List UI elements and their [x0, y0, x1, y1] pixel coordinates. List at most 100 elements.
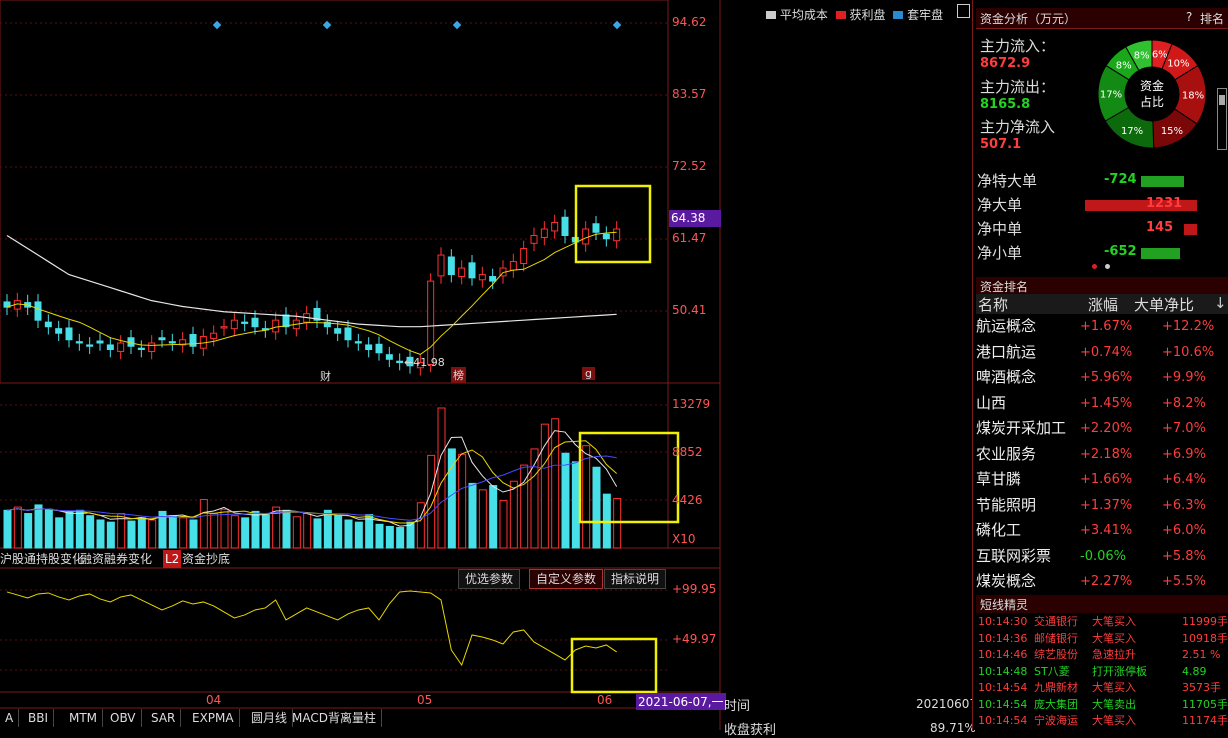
ranking-row[interactable]: 互联网彩票 -0.06% +5.8% — [976, 544, 1228, 569]
stock-chart-canvas[interactable] — [0, 0, 722, 730]
legend-profit: 获利盘 — [849, 8, 886, 22]
ranking-row[interactable]: 农业服务 +2.18% +6.9% — [976, 442, 1228, 467]
event-mark-g[interactable]: g — [582, 367, 595, 380]
tab-hk-holdings[interactable]: 沪股通持股变化 — [0, 550, 84, 568]
donut-slice-label: 8% — [1134, 50, 1150, 61]
avg-cost-swatch — [766, 11, 776, 19]
ranking-row[interactable]: 港口航运 +0.74% +10.6% — [976, 340, 1228, 365]
volume-bar — [3, 509, 12, 549]
help-icon[interactable]: ? — [1186, 10, 1192, 24]
sector-name: 互联网彩票 — [976, 546, 1052, 565]
optimal-params-button[interactable]: 优选参数 — [458, 569, 521, 589]
stock-name: ST八菱 — [1034, 664, 1070, 678]
volume-bar — [282, 509, 291, 549]
ranking-row[interactable]: 煤炭概念 +2.27% +5.5% — [976, 569, 1228, 594]
settings-icon[interactable] — [957, 4, 970, 18]
indicator-tab[interactable]: BBI — [23, 709, 55, 727]
event-type: 打开涨停板 — [1092, 664, 1147, 678]
fund-header: 资金分析（万元） ? 排名 — [976, 8, 1228, 29]
candle-body — [489, 276, 497, 282]
shortline-row[interactable]: 10:14:54 九鼎新材 大笔买入 3573手 — [976, 680, 1228, 696]
shortline-row[interactable]: 10:14:54 庞大集团 大笔卖出 11705手 — [976, 697, 1228, 713]
date-axis-label: 05 — [417, 693, 433, 707]
rank-link[interactable]: 排名 — [1200, 10, 1224, 27]
donut-center-line1: 资金 — [1140, 78, 1164, 93]
outflow-value: 8165.8 — [980, 97, 1031, 112]
sector-ratio: +5.8% — [1162, 548, 1206, 564]
indicator-tab[interactable]: MACD背离量柱 — [287, 709, 382, 727]
shortline-row[interactable]: 10:14:30 交通银行 大笔买入 11999手 — [976, 614, 1228, 630]
ranking-row[interactable]: 航运概念 +1.67% +12.2% — [976, 314, 1228, 339]
candle-body — [592, 223, 600, 233]
shortline-row[interactable]: 10:14:46 综艺股份 急速拉升 2.51 % — [976, 647, 1228, 663]
order-bar — [1141, 248, 1180, 259]
sector-name: 煤炭概念 — [976, 572, 1037, 590]
event-type: 大笔卖出 — [1092, 697, 1136, 711]
indicator-tab[interactable]: OBV — [105, 709, 142, 727]
indicator-tab[interactable]: 圆月线 — [246, 709, 294, 727]
inflow-label: 主力流入： — [980, 37, 1056, 55]
sector-change: +1.45% — [1080, 395, 1133, 411]
event-mark-finance[interactable]: 财 — [320, 368, 331, 384]
ranking-row[interactable]: 磷化工 +3.41% +6.0% — [976, 518, 1228, 543]
donut-slice-label: 6% — [1152, 50, 1168, 61]
event-value: 4.89 — [1182, 664, 1207, 678]
scrollbar-thumb[interactable] — [1219, 95, 1225, 105]
volume-bar — [261, 514, 270, 549]
tab-bottom-fishing[interactable]: 资金抄底 — [182, 550, 230, 568]
candle-body — [561, 216, 569, 236]
indicator-tab[interactable]: SAR — [146, 709, 182, 727]
volume-bar — [24, 513, 33, 549]
volume-bar — [13, 506, 22, 549]
ranking-row[interactable]: 煤炭开采加工 +2.20% +7.0% — [976, 416, 1228, 441]
order-bar — [1141, 176, 1184, 187]
page-dot[interactable] — [1105, 264, 1110, 269]
volume-bar — [251, 510, 260, 549]
col-change[interactable]: 涨幅 — [1088, 294, 1118, 315]
ranking-row[interactable]: 草甘膦 +1.66% +6.4% — [976, 467, 1228, 492]
indicator-tab[interactable]: A — [0, 709, 20, 727]
shortline-header: 短线精灵 — [976, 595, 1228, 613]
candle-body — [344, 327, 352, 341]
candle-body — [34, 301, 42, 321]
event-type: 急速拉升 — [1092, 648, 1136, 661]
candle-body — [230, 319, 238, 330]
sector-name: 啤酒概念 — [976, 368, 1037, 386]
candle-body — [137, 347, 145, 350]
sector-ratio: +6.4% — [1162, 472, 1206, 487]
volume-bar — [241, 517, 250, 549]
custom-params-button[interactable]: 自定义参数 — [529, 569, 604, 589]
sort-desc-icon[interactable]: ↓ — [1214, 294, 1227, 312]
sector-ratio: +12.2% — [1162, 319, 1215, 334]
shortline-row[interactable]: 10:14:48 ST八菱 打开涨停板 4.89 — [976, 664, 1228, 680]
candle-body — [168, 341, 176, 344]
candle-body — [530, 234, 538, 244]
price-axis-label: 83.57 — [672, 87, 707, 101]
indicator-tab[interactable]: MTM — [64, 709, 104, 727]
indicator-help-button[interactable]: 指标说明 — [604, 569, 667, 589]
order-label: 净大单 — [977, 196, 1023, 214]
volume-bar — [137, 517, 146, 549]
tab-margin[interactable]: 融资融券变化 — [80, 550, 152, 568]
ranking-row[interactable]: 山西 +1.45% +8.2% — [976, 391, 1228, 416]
outflow-label: 主力流出： — [980, 78, 1056, 96]
col-name[interactable]: 名称 — [978, 294, 1008, 315]
page-dot-active[interactable] — [1092, 264, 1097, 269]
event-time: 10:14:48 — [978, 664, 1028, 678]
indicator-tab[interactable]: EXPMA — [187, 709, 240, 727]
date-cursor-tag: 2021-06-07,一 — [636, 693, 726, 710]
volume-bar — [96, 519, 105, 549]
col-ratio[interactable]: 大单净比 — [1134, 294, 1194, 315]
chip-legend: 平均成本 获利盘 套牢盘 — [766, 6, 943, 23]
ranking-row[interactable]: 节能照明 +1.37% +6.3% — [976, 493, 1228, 518]
donut-slice-label: 17% — [1100, 89, 1122, 100]
shortline-row[interactable]: 10:14:36 邮储银行 大笔买入 10918手 — [976, 631, 1228, 647]
low-price-marker: ←41.98 — [404, 356, 445, 369]
ranking-row[interactable]: 啤酒概念 +5.96% +9.9% — [976, 365, 1228, 390]
candle-body — [365, 344, 373, 350]
event-value: 11705手 — [1182, 697, 1228, 711]
tab-l2[interactable]: L2 — [163, 550, 182, 568]
volume-axis-label: 13279 — [672, 397, 711, 411]
shortline-row[interactable]: 10:14:54 宁波海运 大笔买入 11174手 — [976, 713, 1228, 729]
event-mark-list[interactable]: 榜 — [451, 367, 466, 383]
